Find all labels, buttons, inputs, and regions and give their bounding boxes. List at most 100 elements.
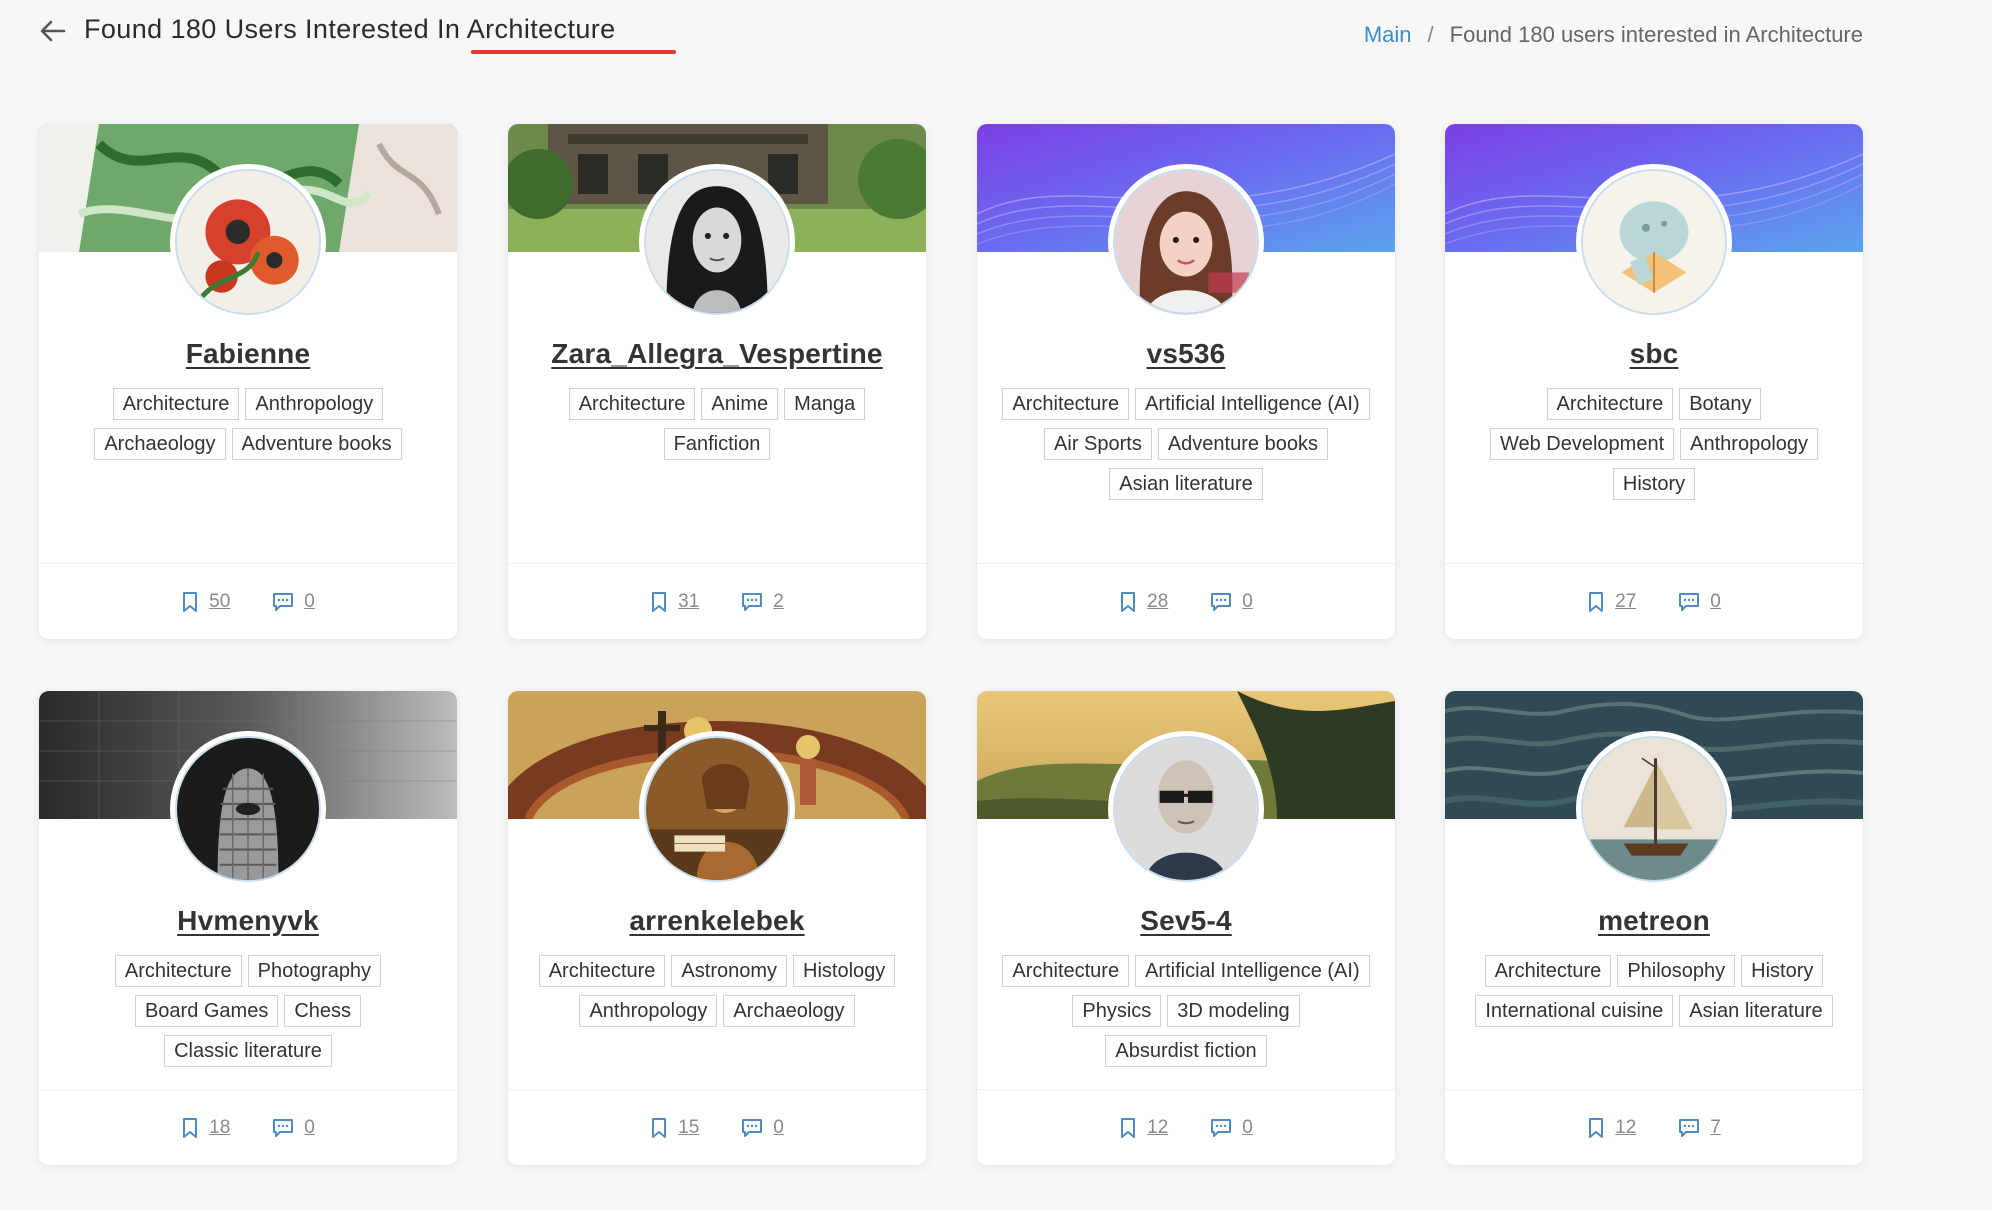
interest-tag[interactable]: Web Development: [1489, 428, 1675, 460]
interest-tag[interactable]: Absurdist fiction: [1105, 1035, 1267, 1067]
interest-tag[interactable]: 3D modeling: [1167, 995, 1300, 1027]
user-card: vs536 Architecture Artificial Intelligen…: [977, 124, 1395, 639]
comments-stat[interactable]: 0: [272, 591, 315, 613]
interest-tag[interactable]: Board Games: [134, 995, 279, 1027]
interest-tag[interactable]: Botany: [1679, 388, 1762, 420]
username-link[interactable]: sbc: [1445, 338, 1863, 370]
message-icon: [1679, 1118, 1700, 1137]
interest-tags: Architecture Artificial Intelligence (AI…: [997, 955, 1375, 1067]
comments-stat[interactable]: 0: [1210, 1117, 1253, 1139]
card-footer: 50 0: [39, 563, 457, 639]
interest-tag[interactable]: History: [1612, 468, 1696, 500]
username-link[interactable]: Hvmenyvk: [39, 905, 457, 937]
interest-tag[interactable]: Artificial Intelligence (AI): [1135, 388, 1370, 420]
bookmarks-stat[interactable]: 15: [650, 1117, 699, 1139]
bookmarks-stat[interactable]: 18: [181, 1117, 230, 1139]
bookmarks-count: 18: [209, 1116, 231, 1138]
comments-count: 0: [773, 1116, 784, 1138]
bookmarks-count: 31: [678, 590, 700, 612]
interest-tag[interactable]: Asian literature: [1109, 468, 1263, 500]
username-link[interactable]: Sev5-4: [977, 905, 1395, 937]
card-footer: 12 0: [977, 1089, 1395, 1165]
interest-tag[interactable]: Astronomy: [671, 955, 788, 987]
interest-tag[interactable]: Histology: [793, 955, 896, 987]
comments-count: 0: [1242, 590, 1253, 612]
user-card: Hvmenyvk Architecture Photography Board …: [39, 691, 457, 1165]
bookmarks-stat[interactable]: 28: [1119, 591, 1168, 613]
user-card: arrenkelebek Architecture Astronomy Hist…: [508, 691, 926, 1165]
comments-stat[interactable]: 7: [1678, 1117, 1721, 1139]
interest-tag[interactable]: International cuisine: [1475, 995, 1674, 1027]
user-avatar[interactable]: [639, 731, 795, 887]
breadcrumb-separator: /: [1427, 22, 1434, 47]
card-footer: 31 2: [508, 563, 926, 639]
interest-tag[interactable]: Artificial Intelligence (AI): [1135, 955, 1370, 987]
title-accent-underline: [471, 50, 676, 54]
comments-stat[interactable]: 0: [1210, 591, 1253, 613]
interest-tag[interactable]: Architecture: [538, 955, 666, 987]
user-avatar[interactable]: [170, 731, 326, 887]
interest-tag[interactable]: Anime: [701, 388, 779, 420]
interest-tag[interactable]: Asian literature: [1679, 995, 1833, 1027]
user-avatar[interactable]: [1576, 164, 1732, 320]
user-avatar[interactable]: [170, 164, 326, 320]
comments-stat[interactable]: 2: [741, 591, 784, 613]
interest-tag[interactable]: Classic literature: [164, 1035, 332, 1067]
interest-tag[interactable]: Archaeology: [94, 428, 226, 460]
interest-tag[interactable]: Architecture: [1002, 388, 1130, 420]
interest-tag[interactable]: Anthropology: [245, 388, 384, 420]
username-link[interactable]: Fabienne: [39, 338, 457, 370]
interest-tag[interactable]: Architecture: [1002, 955, 1130, 987]
interest-tag[interactable]: History: [1741, 955, 1824, 987]
interest-tag[interactable]: Philosophy: [1617, 955, 1736, 987]
user-avatar[interactable]: [1108, 731, 1264, 887]
comments-count: 2: [773, 590, 784, 612]
user-card: metreon Architecture Philosophy History …: [1445, 691, 1863, 1165]
interest-tag[interactable]: Adventure books: [1157, 428, 1328, 460]
card-footer: 28 0: [977, 563, 1395, 639]
bookmarks-count: 12: [1147, 1116, 1169, 1138]
interest-tag[interactable]: Architecture: [568, 388, 696, 420]
bookmarks-count: 50: [209, 590, 231, 612]
interest-tag[interactable]: Fanfiction: [663, 428, 771, 460]
bookmarks-count: 15: [678, 1116, 700, 1138]
bookmark-icon: [183, 1117, 198, 1138]
bookmarks-stat[interactable]: 12: [1587, 1117, 1636, 1139]
card-footer: 12 7: [1445, 1089, 1863, 1165]
username-link[interactable]: vs536: [977, 338, 1395, 370]
username-link[interactable]: metreon: [1445, 905, 1863, 937]
users-grid: Fabienne Architecture Anthropology Archa…: [39, 124, 1864, 1165]
username-link[interactable]: arrenkelebek: [508, 905, 926, 937]
username-link[interactable]: Zara_Allegra_Vespertine: [508, 338, 926, 370]
comments-count: 0: [1710, 590, 1721, 612]
bookmarks-stat[interactable]: 50: [181, 591, 230, 613]
comments-count: 0: [304, 1116, 315, 1138]
interest-tag[interactable]: Anthropology: [579, 995, 718, 1027]
user-avatar[interactable]: [1108, 164, 1264, 320]
interest-tag[interactable]: Anthropology: [1680, 428, 1819, 460]
comments-stat[interactable]: 0: [1678, 591, 1721, 613]
interest-tag[interactable]: Air Sports: [1044, 428, 1152, 460]
interest-tag[interactable]: Architecture: [114, 955, 242, 987]
bookmarks-stat[interactable]: 12: [1119, 1117, 1168, 1139]
comments-stat[interactable]: 0: [272, 1117, 315, 1139]
interest-tag[interactable]: Architecture: [1484, 955, 1612, 987]
page-header: Found 180 Users Interested In Architectu…: [0, 0, 1992, 70]
comments-count: 0: [304, 590, 315, 612]
interest-tag[interactable]: Chess: [284, 995, 362, 1027]
comments-stat[interactable]: 0: [741, 1117, 784, 1139]
interest-tag[interactable]: Manga: [784, 388, 866, 420]
breadcrumb-home-link[interactable]: Main: [1364, 22, 1412, 48]
interest-tag[interactable]: Architecture: [1546, 388, 1674, 420]
interest-tag[interactable]: Physics: [1072, 995, 1162, 1027]
bookmarks-stat[interactable]: 27: [1587, 591, 1636, 613]
user-avatar[interactable]: [639, 164, 795, 320]
interest-tag[interactable]: Adventure books: [231, 428, 402, 460]
user-avatar[interactable]: [1576, 731, 1732, 887]
interest-tag[interactable]: Archaeology: [723, 995, 855, 1027]
comments-count: 0: [1242, 1116, 1253, 1138]
interest-tag[interactable]: Architecture: [112, 388, 240, 420]
bookmarks-stat[interactable]: 31: [650, 591, 699, 613]
interest-tag[interactable]: Photography: [247, 955, 382, 987]
back-button[interactable]: [36, 14, 70, 48]
